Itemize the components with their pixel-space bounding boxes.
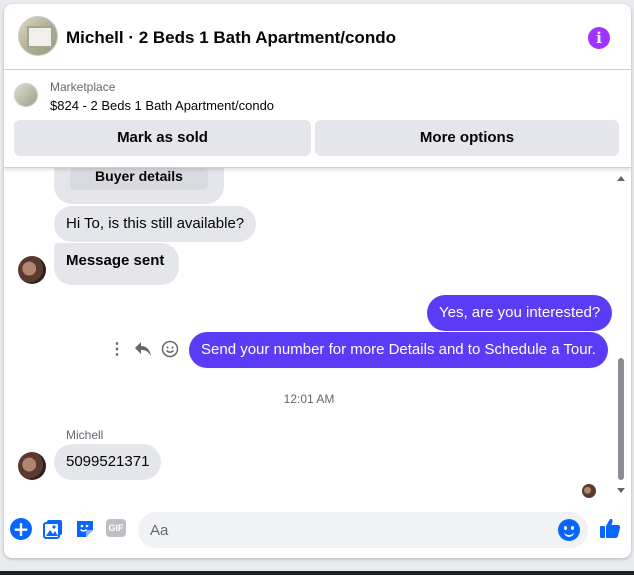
message-input[interactable] bbox=[150, 520, 550, 540]
message-bubble-outgoing[interactable]: Yes, are you interested? bbox=[427, 295, 613, 331]
message-composer: + GIF bbox=[4, 506, 631, 550]
chat-title[interactable]: Michell · 2 Beds 1 Bath Apartment/condo bbox=[66, 28, 396, 48]
more-options-button[interactable]: More options bbox=[315, 120, 619, 156]
scroll-down-arrow[interactable] bbox=[617, 488, 625, 493]
buyer-details-button[interactable]: Buyer details bbox=[70, 168, 208, 190]
seen-avatar bbox=[582, 484, 596, 498]
message-bubble-incoming[interactable]: 5099521371 bbox=[54, 444, 162, 480]
sticker-icon[interactable] bbox=[74, 518, 96, 540]
listing-avatar[interactable] bbox=[18, 16, 58, 56]
emoji-icon[interactable] bbox=[558, 519, 580, 541]
plus-icon[interactable]: + bbox=[10, 518, 32, 540]
listing-thumbnail[interactable] bbox=[14, 83, 38, 107]
listing-banner: Marketplace $824 - 2 Beds 1 Bath Apartme… bbox=[4, 70, 631, 168]
taskbar-edge bbox=[0, 571, 634, 575]
message-input-container[interactable] bbox=[138, 512, 588, 548]
scrollbar-thumb[interactable] bbox=[618, 358, 624, 480]
message-timestamp: 12:01 AM bbox=[283, 392, 335, 406]
listing-source: Marketplace bbox=[50, 80, 116, 94]
chat-header: Michell · 2 Beds 1 Bath Apartment/condo … bbox=[4, 4, 631, 70]
info-icon[interactable]: i bbox=[588, 27, 610, 49]
mark-as-sold-button[interactable]: Mark as sold bbox=[14, 120, 311, 156]
chat-window: Michell · 2 Beds 1 Bath Apartment/condo … bbox=[4, 4, 631, 558]
message-thread: Buyer details Hi To, is this still avail… bbox=[4, 168, 631, 498]
message-bubble-outgoing[interactable]: Send your number for more Details and to… bbox=[189, 332, 608, 368]
smiley-icon[interactable] bbox=[161, 340, 179, 363]
reply-icon[interactable] bbox=[134, 341, 152, 362]
listing-card: Buyer details bbox=[54, 168, 224, 204]
avatar[interactable] bbox=[18, 256, 46, 284]
scroll-up-arrow[interactable] bbox=[617, 176, 625, 181]
photo-icon[interactable] bbox=[42, 518, 64, 540]
scrollbar[interactable] bbox=[615, 168, 627, 498]
more-vertical-icon[interactable]: ⋮ bbox=[109, 341, 125, 359]
sender-name: Michell bbox=[66, 428, 104, 442]
message-bubble-incoming[interactable]: Hi To, is this still available? bbox=[54, 206, 257, 242]
message-bubble-incoming[interactable]: Message sent bbox=[54, 243, 180, 285]
avatar[interactable] bbox=[18, 452, 46, 480]
listing-title[interactable]: $824 - 2 Beds 1 Bath Apartment/condo bbox=[50, 98, 274, 113]
like-icon[interactable] bbox=[598, 516, 622, 540]
gif-icon[interactable]: GIF bbox=[106, 519, 126, 537]
